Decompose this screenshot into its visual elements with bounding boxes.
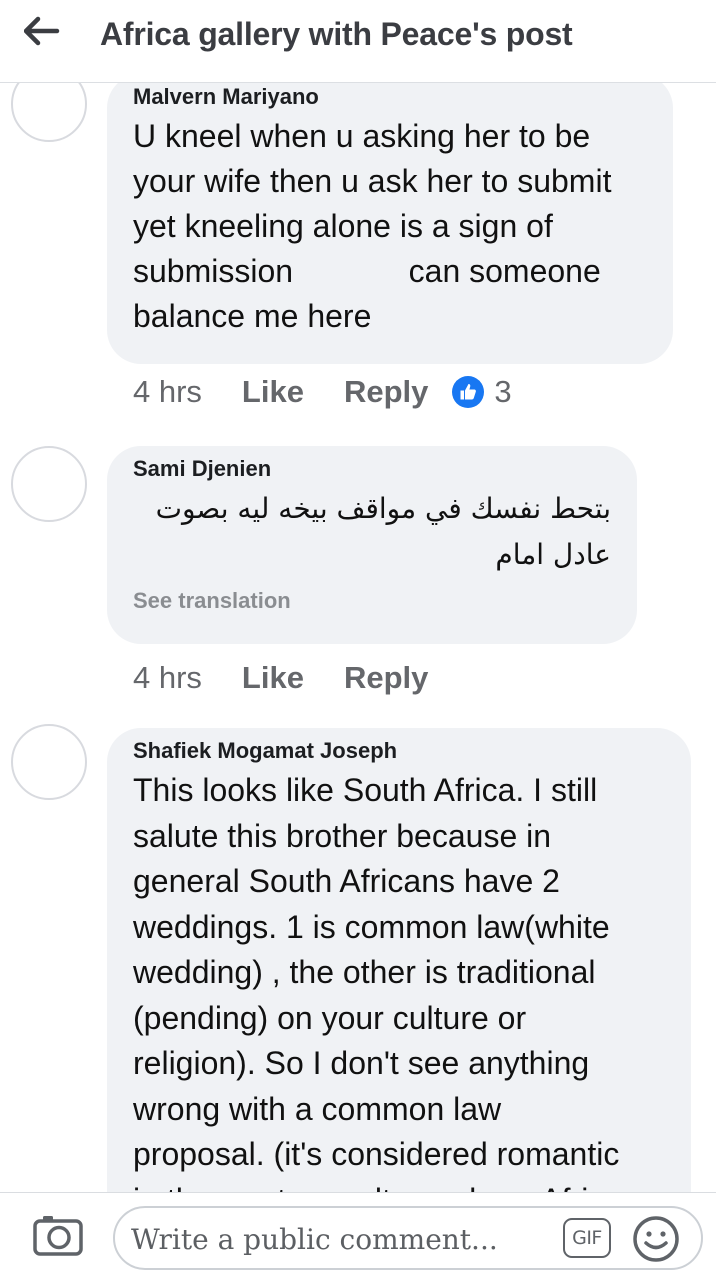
see-translation-link[interactable]: See translation — [133, 586, 611, 616]
comment-timestamp[interactable]: 4 hrs — [133, 660, 202, 696]
comment-list[interactable]: Malvern Mariyano U kneel when u asking h… — [0, 82, 716, 1192]
comment-bubble[interactable]: Malvern Mariyano U kneel when u asking h… — [107, 82, 673, 364]
avatar[interactable] — [11, 724, 87, 800]
comment-text: This looks like South Africa. I still sa… — [133, 772, 622, 1192]
comment-timestamp[interactable]: 4 hrs — [133, 374, 202, 410]
comment-text: بتحط نفسك في مواقف بيخه ليه بصوت عادل ام… — [155, 492, 611, 571]
thumbs-up-icon — [452, 376, 485, 408]
top-bar: Africa gallery with Peace's post — [0, 0, 716, 83]
comment-composer: GIF — [0, 1192, 716, 1285]
comment-actions: 4 hrs Like Reply 3 — [133, 370, 512, 414]
avatar[interactable] — [11, 446, 87, 522]
comment-bubble[interactable]: Shafiek Mogamat Joseph This looks like S… — [107, 728, 691, 1192]
smiley-icon — [633, 1216, 679, 1262]
page-title: Africa gallery with Peace's post — [100, 16, 573, 52]
camera-button[interactable] — [32, 1213, 84, 1257]
gif-button[interactable]: GIF — [563, 1218, 611, 1258]
back-button[interactable] — [22, 14, 62, 48]
reaction-count-value: 3 — [494, 374, 512, 409]
comment-bubble[interactable]: Sami Djenien بتحط نفسك في مواقف بيخه ليه… — [107, 446, 637, 644]
like-button[interactable]: Like — [242, 374, 304, 410]
arrow-left-icon — [24, 16, 60, 46]
camera-icon — [33, 1216, 83, 1256]
avatar[interactable] — [11, 82, 87, 142]
comment-author[interactable]: Shafiek Mogamat Joseph — [133, 736, 665, 766]
reply-button[interactable]: Reply — [344, 374, 428, 410]
emoji-button[interactable] — [631, 1214, 681, 1264]
like-button[interactable]: Like — [242, 660, 304, 696]
comment-actions: 4 hrs Like Reply — [133, 656, 468, 700]
reaction-count[interactable]: 3 — [452, 374, 512, 410]
comment-input-container[interactable]: GIF — [113, 1206, 703, 1270]
comment-input[interactable] — [131, 1216, 551, 1262]
comment-text: U kneel when u asking her to be your wif… — [133, 118, 612, 334]
comment-author[interactable]: Sami Djenien — [133, 454, 611, 484]
reply-button[interactable]: Reply — [344, 660, 428, 696]
comment-author[interactable]: Malvern Mariyano — [133, 82, 647, 112]
